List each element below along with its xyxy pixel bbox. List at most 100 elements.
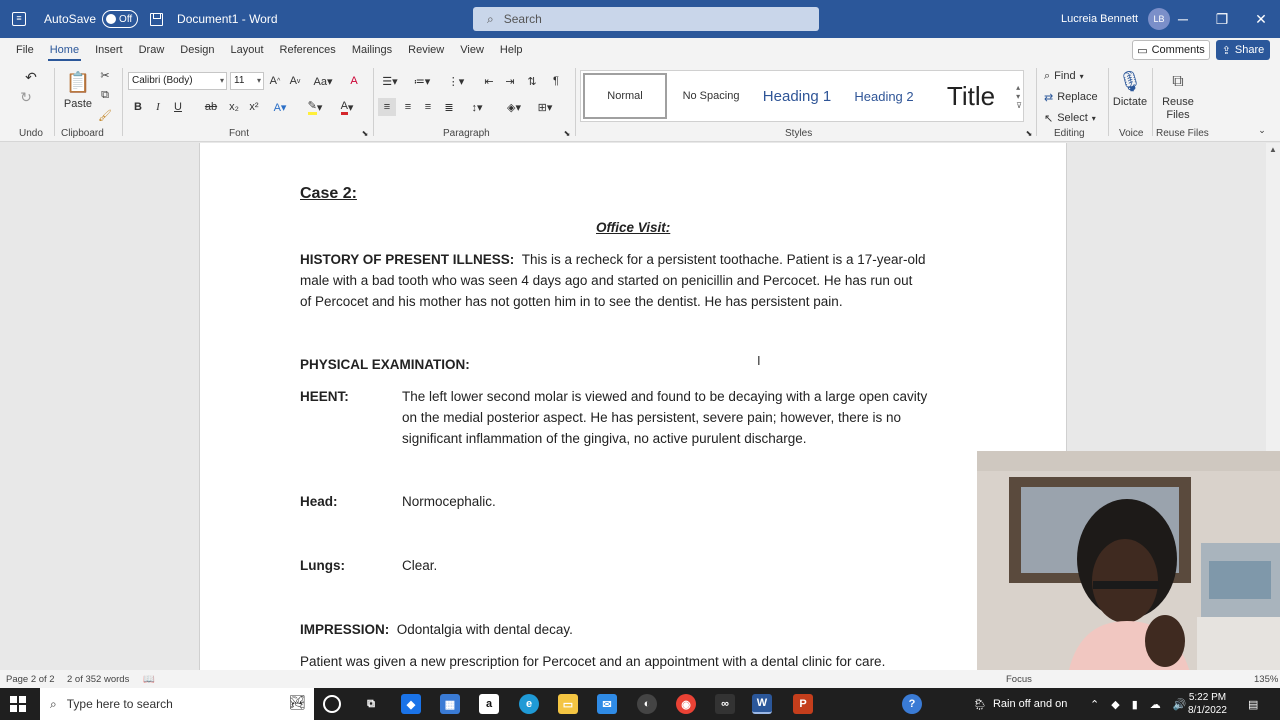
bullets-icon[interactable]: ☰▾: [380, 72, 400, 90]
shading-icon[interactable]: ◈▾: [503, 98, 525, 116]
font-dialog-launcher-icon[interactable]: ⬊: [360, 128, 370, 138]
store-icon[interactable]: ▦: [440, 694, 460, 714]
font-size-combo[interactable]: 11 ▾: [230, 72, 264, 90]
cut-icon[interactable]: ✂: [98, 68, 112, 82]
weather-widget[interactable]: 🌦 Rain off and on: [973, 688, 1067, 720]
document-page[interactable]: Case 2: Office Visit: HISTORY OF PRESENT…: [199, 143, 1067, 670]
increase-indent-icon[interactable]: ⇥: [503, 72, 517, 90]
focus-button[interactable]: Focus: [1006, 674, 1032, 685]
numbering-icon[interactable]: ≔▾: [412, 72, 432, 90]
autosave-toggle[interactable]: Off: [102, 10, 139, 28]
scroll-up-icon[interactable]: ▲: [1269, 145, 1277, 154]
tab-references[interactable]: References: [272, 38, 344, 62]
tab-draw[interactable]: Draw: [131, 38, 173, 62]
underline-icon[interactable]: U: [172, 98, 184, 116]
save-icon[interactable]: [150, 12, 164, 26]
select-button[interactable]: ↖ Select ▾: [1044, 110, 1104, 126]
strikethrough-icon[interactable]: ab: [204, 98, 218, 116]
powerpoint-icon[interactable]: P: [793, 694, 813, 714]
reuse-button-line2[interactable]: Files: [1158, 109, 1198, 121]
file-explorer-icon[interactable]: ▭: [558, 694, 578, 714]
tab-home[interactable]: Home: [42, 38, 87, 62]
shrink-font-icon[interactable]: Av: [288, 72, 302, 90]
grow-font-icon[interactable]: A ^: [268, 72, 282, 90]
tab-insert[interactable]: Insert: [87, 38, 131, 62]
cloud-icon[interactable]: ☁: [1150, 698, 1161, 711]
italic-icon[interactable]: I: [152, 98, 164, 116]
align-right-icon[interactable]: ≡: [421, 98, 435, 116]
style-no-spacing[interactable]: No Spacing: [671, 73, 751, 119]
reuse-files-icon[interactable]: ⧉: [1166, 70, 1190, 94]
share-button[interactable]: ⇪ Share: [1216, 40, 1270, 60]
font-color-icon[interactable]: A ▾: [336, 98, 358, 116]
clear-formatting-icon[interactable]: A: [346, 72, 362, 90]
subscript-icon[interactable]: x₂: [228, 98, 240, 116]
word-taskbar-icon[interactable]: W: [752, 694, 772, 714]
superscript-icon[interactable]: x²: [248, 98, 260, 116]
dropbox-icon[interactable]: ◆: [401, 694, 421, 714]
style-heading-2[interactable]: Heading 2: [843, 73, 925, 119]
font-name-combo[interactable]: Calibri (Body) ▾: [128, 72, 227, 90]
collapse-ribbon-icon[interactable]: ⌄: [1256, 124, 1268, 136]
borders-icon[interactable]: ⊞▾: [534, 98, 556, 116]
close-icon[interactable]: ✕: [1241, 0, 1280, 38]
tab-design[interactable]: Design: [172, 38, 222, 62]
taskbar-search-box[interactable]: ⌕ Type here to search 🏞: [40, 688, 314, 720]
decrease-indent-icon[interactable]: ⇤: [482, 72, 496, 90]
tab-mailings[interactable]: Mailings: [344, 38, 400, 62]
chrome-icon[interactable]: ◉: [676, 694, 696, 714]
search-box[interactable]: ⌕ Search: [473, 7, 819, 31]
bold-icon[interactable]: B: [132, 98, 144, 116]
redo-icon[interactable]: ↻: [18, 88, 34, 106]
cortana-icon[interactable]: [323, 695, 341, 713]
styles-dialog-launcher-icon[interactable]: ⬊: [1024, 128, 1034, 138]
tab-file[interactable]: File: [8, 38, 42, 62]
browser-icon[interactable]: ◐: [637, 694, 657, 714]
reuse-button-line1[interactable]: Reuse: [1158, 96, 1198, 108]
tab-help[interactable]: Help: [492, 38, 531, 62]
paste-icon[interactable]: 📋: [64, 68, 92, 96]
tab-review[interactable]: Review: [400, 38, 452, 62]
user-account[interactable]: Lucreia Bennett LB: [1061, 0, 1171, 38]
comments-button[interactable]: ▭ Comments: [1132, 40, 1210, 60]
windows-start-icon[interactable]: [10, 696, 26, 712]
page-count[interactable]: Page 2 of 2: [6, 674, 55, 685]
show-formatting-icon[interactable]: ¶: [549, 72, 563, 90]
volume-icon[interactable]: 🔊: [1173, 698, 1187, 711]
amazon-icon[interactable]: a: [479, 694, 499, 714]
multilevel-list-icon[interactable]: ⋮▾: [446, 72, 466, 90]
format-painter-icon[interactable]: 🖌: [98, 108, 112, 122]
notifications-icon[interactable]: ▤: [1248, 688, 1258, 720]
find-button[interactable]: ⌕ Find ▾: [1044, 68, 1104, 84]
align-left-icon[interactable]: ≡: [378, 98, 396, 116]
style-normal[interactable]: Normal: [583, 73, 667, 119]
style-title[interactable]: Title: [929, 73, 1013, 119]
text-effects-icon[interactable]: A▾: [270, 98, 290, 116]
tray-expand-icon[interactable]: ⌃: [1090, 698, 1099, 711]
infinity-app-icon[interactable]: ∞: [715, 694, 735, 714]
edge-icon[interactable]: e: [519, 694, 539, 714]
restore-icon[interactable]: ❐: [1202, 0, 1242, 38]
align-center-icon[interactable]: ≡: [401, 98, 415, 116]
minimize-icon[interactable]: ─: [1163, 0, 1203, 38]
mail-icon[interactable]: ✉: [597, 694, 617, 714]
microphone-icon[interactable]: 🎙: [1117, 68, 1142, 94]
replace-button[interactable]: ⇄ Replace: [1044, 89, 1104, 105]
dictate-button[interactable]: Dictate: [1110, 96, 1150, 108]
undo-icon[interactable]: ↶: [18, 68, 44, 86]
tab-layout[interactable]: Layout: [223, 38, 272, 62]
justify-icon[interactable]: ≣: [442, 98, 456, 116]
style-heading-1[interactable]: Heading 1: [755, 73, 839, 119]
paste-button[interactable]: Paste: [60, 98, 96, 110]
copy-icon[interactable]: ⧉: [98, 88, 112, 102]
dropbox-tray-icon[interactable]: ◆: [1111, 698, 1119, 711]
styles-more-icon[interactable]: ▴ ▾ ⊽: [1014, 72, 1024, 120]
tab-view[interactable]: View: [452, 38, 492, 62]
help-icon[interactable]: ?: [902, 694, 922, 714]
sort-icon[interactable]: ⇅: [525, 72, 539, 90]
highlight-icon[interactable]: ✎ ▾: [304, 98, 326, 116]
line-spacing-icon[interactable]: ↕▾: [466, 98, 488, 116]
battery-icon[interactable]: ▮: [1132, 698, 1138, 711]
proofing-icon[interactable]: 📖: [143, 674, 155, 685]
paragraph-dialog-launcher-icon[interactable]: ⬊: [562, 128, 572, 138]
